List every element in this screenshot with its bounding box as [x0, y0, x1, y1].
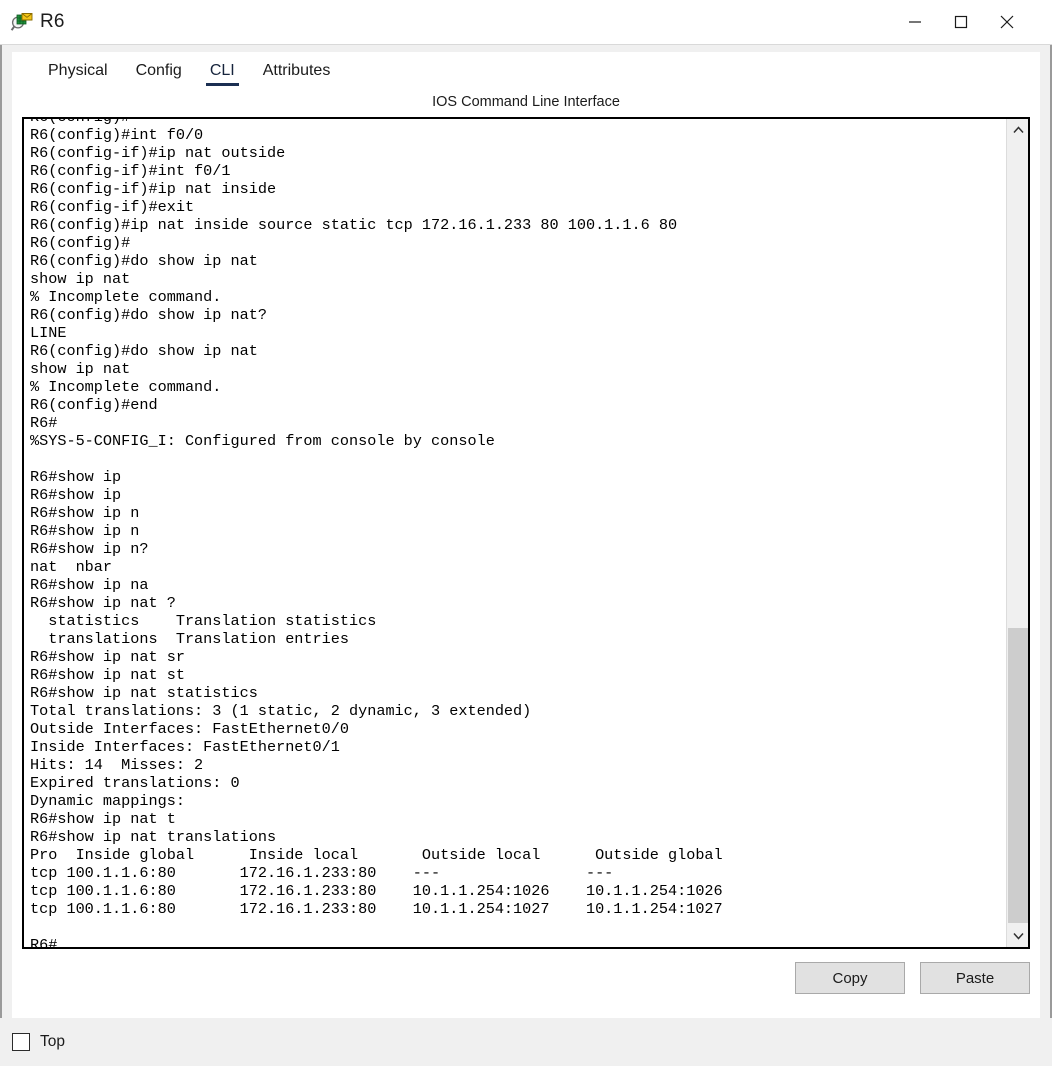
- cli-panel: IOS Command Line Interface R6(config)# R…: [12, 90, 1040, 1018]
- scroll-up-arrow-icon[interactable]: [1007, 119, 1028, 141]
- tab-cli[interactable]: CLI: [196, 52, 249, 88]
- title-bar: R6: [0, 0, 1052, 45]
- tab-config-label: Config: [135, 62, 182, 79]
- tab-attributes-label: Attributes: [262, 62, 331, 79]
- tab-active-underline: [205, 83, 239, 86]
- packet-tracer-device-icon: [10, 10, 34, 34]
- copy-button[interactable]: Copy: [795, 962, 905, 994]
- action-button-row: Copy Paste: [12, 962, 1030, 994]
- close-button[interactable]: [984, 0, 1030, 45]
- panel-heading: IOS Command Line Interface: [432, 94, 620, 110]
- terminal-text: R6(config)# R6(config)#int f0/0 R6(confi…: [30, 117, 723, 949]
- tab-physical-label: Physical: [48, 62, 108, 79]
- minimize-button[interactable]: [892, 0, 938, 45]
- titlebar-right-spacer: [1030, 0, 1052, 45]
- tab-config[interactable]: Config: [122, 52, 196, 88]
- frame-left-edge: [0, 45, 2, 1018]
- scroll-down-arrow-icon[interactable]: [1007, 925, 1028, 947]
- scrollbar-track[interactable]: [1007, 141, 1028, 925]
- tabstrip: Physical Config CLI Attributes: [12, 52, 1040, 90]
- bottom-bar: Top: [0, 1018, 1052, 1066]
- terminal-scrollbar[interactable]: [1006, 119, 1028, 947]
- maximize-button[interactable]: [938, 0, 984, 45]
- top-checkbox[interactable]: [12, 1033, 30, 1051]
- tab-cli-label: CLI: [209, 62, 235, 79]
- window-controls: [892, 0, 1052, 45]
- paste-button[interactable]: Paste: [920, 962, 1030, 994]
- tab-physical[interactable]: Physical: [34, 52, 122, 88]
- top-checkbox-label: Top: [40, 1033, 65, 1050]
- scrollbar-thumb[interactable]: [1008, 628, 1028, 923]
- terminal-output-area[interactable]: R6(config)# R6(config)#int f0/0 R6(confi…: [22, 117, 1030, 949]
- window-title: R6: [40, 11, 65, 32]
- tab-attributes[interactable]: Attributes: [249, 52, 345, 88]
- cli-window: R6 Physical Config CLI Attributes IOS Co…: [0, 0, 1052, 1066]
